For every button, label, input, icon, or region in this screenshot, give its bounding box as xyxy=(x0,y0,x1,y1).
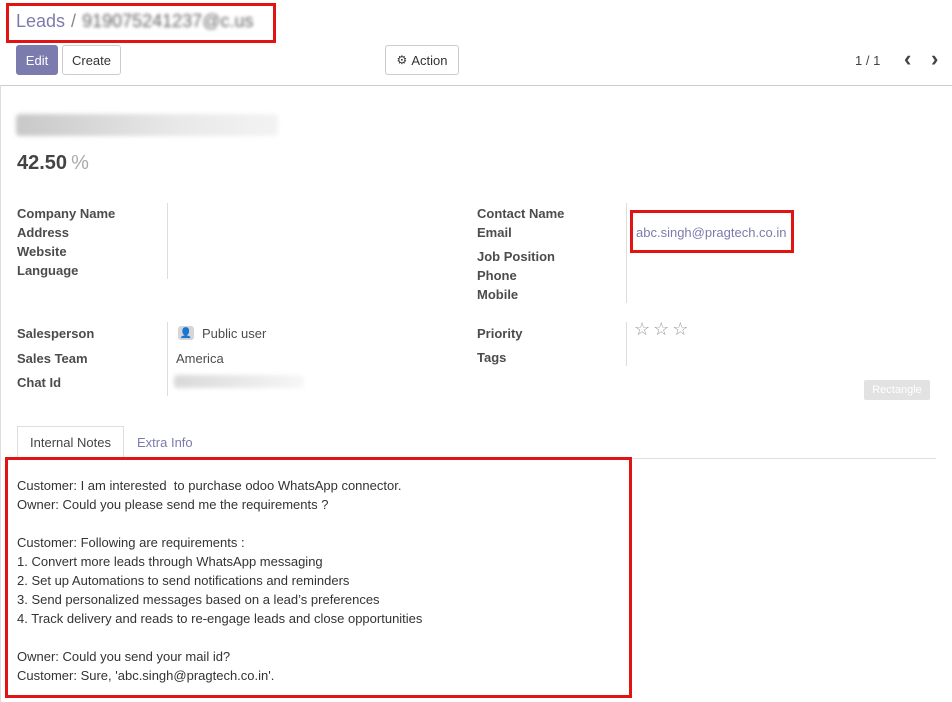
chat-id-value-blurred xyxy=(174,375,304,388)
company-name-label: Company Name xyxy=(17,206,116,221)
priority-label: Priority xyxy=(477,326,523,341)
salesperson-value[interactable]: Public user xyxy=(202,326,266,341)
note-line: 2. Set up Automations to send notificati… xyxy=(17,573,350,588)
priority-stars[interactable]: ☆☆☆ xyxy=(634,319,691,340)
rectangle-badge: Rectangle xyxy=(864,380,930,400)
breadcrumb-separator: / xyxy=(71,11,77,31)
breadcrumb-current-record: 919075241237@c.us xyxy=(82,11,254,31)
mobile-label: Mobile xyxy=(477,287,519,302)
edit-button[interactable]: Edit xyxy=(16,45,58,75)
record-name-blurred xyxy=(16,114,278,136)
field-separator xyxy=(167,203,168,279)
internal-notes-content[interactable]: Customer: I am interested to purchase od… xyxy=(17,476,422,685)
note-line xyxy=(17,514,422,533)
tab-extra-info[interactable]: Extra Info xyxy=(137,426,193,459)
website-label: Website xyxy=(17,244,67,259)
note-line: Owner: Could you please send me the requ… xyxy=(17,497,329,512)
note-line: Customer: I am interested to purchase od… xyxy=(17,478,402,493)
tab-internal-notes[interactable]: Internal Notes xyxy=(17,426,124,459)
note-line: 4. Track delivery and reads to re-engage… xyxy=(17,611,423,626)
probability-unit: % xyxy=(71,152,89,174)
sheet-top-border xyxy=(0,85,952,86)
pager-value[interactable]: 1 / 1 xyxy=(855,53,880,68)
tags-label: Tags xyxy=(477,350,507,365)
sales-team-label: Sales Team xyxy=(17,351,88,366)
breadcrumb-leads-link[interactable]: Leads xyxy=(16,11,65,32)
gear-icon: ⚙ xyxy=(396,53,408,67)
salesperson-label: Salesperson xyxy=(17,326,95,341)
user-avatar-icon: 👤 xyxy=(178,326,194,340)
note-line: 1. Convert more leads through WhatsApp m… xyxy=(17,554,323,569)
email-label: Email xyxy=(477,225,512,240)
chevron-right-icon[interactable]: › xyxy=(931,48,938,70)
address-label: Address xyxy=(17,225,70,240)
phone-label: Phone xyxy=(477,268,517,283)
action-button[interactable]: ⚙ Action xyxy=(385,45,459,75)
field-separator xyxy=(167,322,168,396)
contact-name-label: Contact Name xyxy=(477,206,565,221)
note-line: Customer: Sure, 'abc.singh@pragtech.co.i… xyxy=(17,668,275,683)
chevron-left-icon[interactable]: ‹ xyxy=(904,48,911,70)
sales-team-value[interactable]: America xyxy=(176,351,224,366)
email-value-link[interactable]: abc.singh@pragtech.co.in xyxy=(636,225,787,240)
note-line xyxy=(17,628,422,647)
field-separator xyxy=(626,203,627,303)
breadcrumb: Leads / 919075241237@c.us xyxy=(16,11,253,32)
sheet-left-border xyxy=(0,85,1,702)
action-label: Action xyxy=(411,52,448,68)
note-line: 3. Send personalized messages based on a… xyxy=(17,592,380,607)
chat-id-label: Chat Id xyxy=(17,375,62,390)
language-label: Language xyxy=(17,263,79,278)
probability: 42.50% xyxy=(17,152,89,175)
probability-value: 42.50 xyxy=(17,152,68,174)
field-separator xyxy=(626,322,627,366)
job-position-label: Job Position xyxy=(477,249,555,264)
note-line: Customer: Following are requirements : xyxy=(17,535,245,550)
create-button[interactable]: Create xyxy=(62,45,121,75)
note-line: Owner: Could you send your mail id? xyxy=(17,649,231,664)
